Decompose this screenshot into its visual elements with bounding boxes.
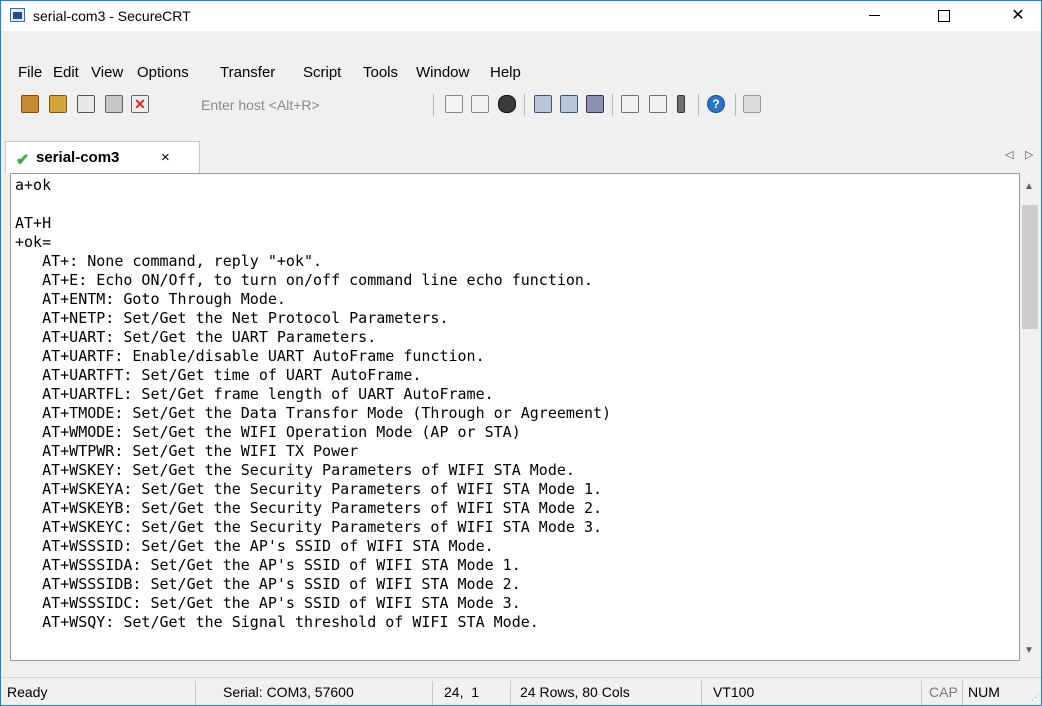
status-separator bbox=[921, 681, 922, 705]
host-input[interactable] bbox=[197, 94, 419, 116]
terminal-line: AT+H bbox=[15, 214, 52, 232]
print-screen-icon[interactable] bbox=[586, 95, 604, 113]
terminal-line: +ok= bbox=[15, 233, 52, 251]
status-ready: Ready bbox=[7, 684, 48, 700]
scroll-down-icon[interactable]: ▼ bbox=[1024, 645, 1034, 656]
toolbar-separator bbox=[524, 94, 525, 116]
terminal-line: AT+WSKEYB: Set/Get the Security Paramete… bbox=[15, 499, 602, 517]
tab-scroll-left-icon[interactable]: ◁ bbox=[1005, 148, 1013, 161]
terminal-line: AT+UARTF: Enable/disable UART AutoFrame … bbox=[15, 347, 485, 365]
print-icon[interactable] bbox=[534, 95, 552, 113]
terminal-line: a+ok bbox=[15, 176, 52, 194]
tab-scroll-right-icon[interactable]: ▷ bbox=[1025, 148, 1033, 161]
status-separator bbox=[701, 681, 702, 705]
print-setup-icon[interactable] bbox=[560, 95, 578, 113]
terminal-line: AT+NETP: Set/Get the Net Protocol Parame… bbox=[15, 309, 449, 327]
terminal-line: AT+UARTFT: Set/Get time of UART AutoFram… bbox=[15, 366, 422, 384]
maximize-button[interactable] bbox=[921, 1, 967, 31]
menu-edit[interactable]: Edit bbox=[53, 64, 79, 81]
toolbar-separator bbox=[433, 94, 434, 116]
status-cap: CAP bbox=[929, 684, 958, 700]
menu-options[interactable]: Options bbox=[137, 64, 189, 81]
tab-serial-com3[interactable]: ✔ serial-com3 × bbox=[5, 141, 200, 173]
maximize-icon bbox=[938, 9, 950, 22]
terminal-line: AT+WSSSIDA: Set/Get the AP's SSID of WIF… bbox=[15, 556, 521, 574]
connect-icon[interactable] bbox=[21, 95, 39, 113]
paste-icon[interactable] bbox=[471, 95, 489, 113]
toolbar-separator bbox=[612, 94, 613, 116]
status-emulation: VT100 bbox=[713, 684, 755, 700]
status-size: 24 Rows, 80 Cols bbox=[520, 684, 630, 700]
terminal-line: AT+WMODE: Set/Get the WIFI Operation Mod… bbox=[15, 423, 521, 441]
toolbar-separator bbox=[735, 94, 736, 116]
terminal-line: AT+WSSSID: Set/Get the AP's SSID of WIFI… bbox=[15, 537, 494, 555]
menu-view[interactable]: View bbox=[91, 64, 123, 81]
tab-bar: ✔ serial-com3 × ◁ ▷ bbox=[1, 139, 1041, 173]
copy-icon[interactable] bbox=[445, 95, 463, 113]
toolbar-separator bbox=[698, 94, 699, 116]
session-manager-icon[interactable] bbox=[743, 95, 761, 113]
terminal-line: AT+ENTM: Goto Through Mode. bbox=[15, 290, 286, 308]
status-serial: Serial: COM3, 57600 bbox=[223, 684, 354, 700]
connect-in-tab-icon[interactable] bbox=[77, 95, 95, 113]
tab-label: serial-com3 bbox=[36, 149, 120, 166]
tab-close-icon[interactable]: × bbox=[161, 149, 170, 166]
status-cursor: 24, 1 bbox=[444, 684, 480, 700]
help-icon[interactable]: ? bbox=[707, 95, 725, 113]
menu-window[interactable]: Window bbox=[416, 64, 469, 81]
connected-check-icon: ✔ bbox=[16, 152, 30, 169]
scrollbar-thumb[interactable] bbox=[1022, 205, 1038, 329]
disconnect-icon[interactable]: ✕ bbox=[131, 95, 149, 113]
scroll-up-icon[interactable]: ▲ bbox=[1024, 181, 1034, 192]
terminal-line: AT+WSSSIDB: Set/Get the AP's SSID of WIF… bbox=[15, 575, 521, 593]
find-icon[interactable] bbox=[498, 95, 516, 113]
minimize-button[interactable] bbox=[851, 1, 897, 31]
window-title: serial-com3 - SecureCRT bbox=[33, 8, 191, 24]
quick-connect-icon[interactable] bbox=[49, 95, 67, 113]
securecrt-window: serial-com3 - SecureCRT ✕ File Edit View… bbox=[0, 0, 1042, 706]
resize-grip-icon[interactable]: ⋰ bbox=[1031, 692, 1040, 703]
terminal-line: AT+: None command, reply "+ok". bbox=[15, 252, 323, 270]
terminal-line: AT+WSQY: Set/Get the Signal threshold of… bbox=[15, 613, 539, 631]
terminal-line: AT+WSKEY: Set/Get the Security Parameter… bbox=[15, 461, 575, 479]
terminal-line: AT+WSKEYC: Set/Get the Security Paramete… bbox=[15, 518, 602, 536]
menu-transfer[interactable]: Transfer bbox=[220, 64, 275, 81]
global-options-icon[interactable] bbox=[649, 95, 667, 113]
terminal-line: AT+UART: Set/Get the UART Parameters. bbox=[15, 328, 377, 346]
menu-file[interactable]: File bbox=[18, 64, 42, 81]
title-bar: serial-com3 - SecureCRT ✕ bbox=[1, 1, 1041, 31]
status-separator bbox=[962, 681, 963, 705]
terminal-line: AT+WTPWR: Set/Get the WIFI TX Power bbox=[15, 442, 359, 460]
status-bar: Ready Serial: COM3, 57600 24, 1 24 Rows,… bbox=[1, 677, 1041, 705]
session-options-icon[interactable] bbox=[621, 95, 639, 113]
terminal-view[interactable]: a+ok AT+H +ok= AT+: None command, reply … bbox=[10, 173, 1020, 661]
status-separator bbox=[195, 681, 196, 705]
status-separator bbox=[432, 681, 433, 705]
reconnect-icon[interactable] bbox=[105, 95, 123, 113]
toolbar: ✕ ? bbox=[1, 90, 1041, 120]
status-separator bbox=[510, 681, 511, 705]
minimize-icon bbox=[868, 15, 880, 17]
menu-help[interactable]: Help bbox=[490, 64, 521, 81]
menu-tools[interactable]: Tools bbox=[363, 64, 398, 81]
securecrt-app-icon bbox=[10, 8, 25, 22]
terminal-line: AT+WSKEYA: Set/Get the Security Paramete… bbox=[15, 480, 602, 498]
menu-bar: File Edit View Options Transfer Script T… bbox=[1, 59, 1041, 89]
terminal-line: AT+E: Echo ON/Off, to turn on/off comman… bbox=[15, 271, 593, 289]
terminal-line: AT+WSSSIDC: Set/Get the AP's SSID of WIF… bbox=[15, 594, 521, 612]
status-num: NUM bbox=[968, 684, 1000, 700]
close-button[interactable]: ✕ bbox=[995, 1, 1041, 31]
menu-script[interactable]: Script bbox=[303, 64, 341, 81]
key-map-icon[interactable] bbox=[677, 95, 685, 113]
terminal-line: AT+TMODE: Set/Get the Data Transfor Mode… bbox=[15, 404, 612, 422]
vertical-scrollbar[interactable]: ▲ ▼ bbox=[1020, 173, 1040, 661]
terminal-line: AT+UARTFL: Set/Get frame length of UART … bbox=[15, 385, 494, 403]
terminal-output: a+ok AT+H +ok= AT+: None command, reply … bbox=[15, 176, 611, 632]
